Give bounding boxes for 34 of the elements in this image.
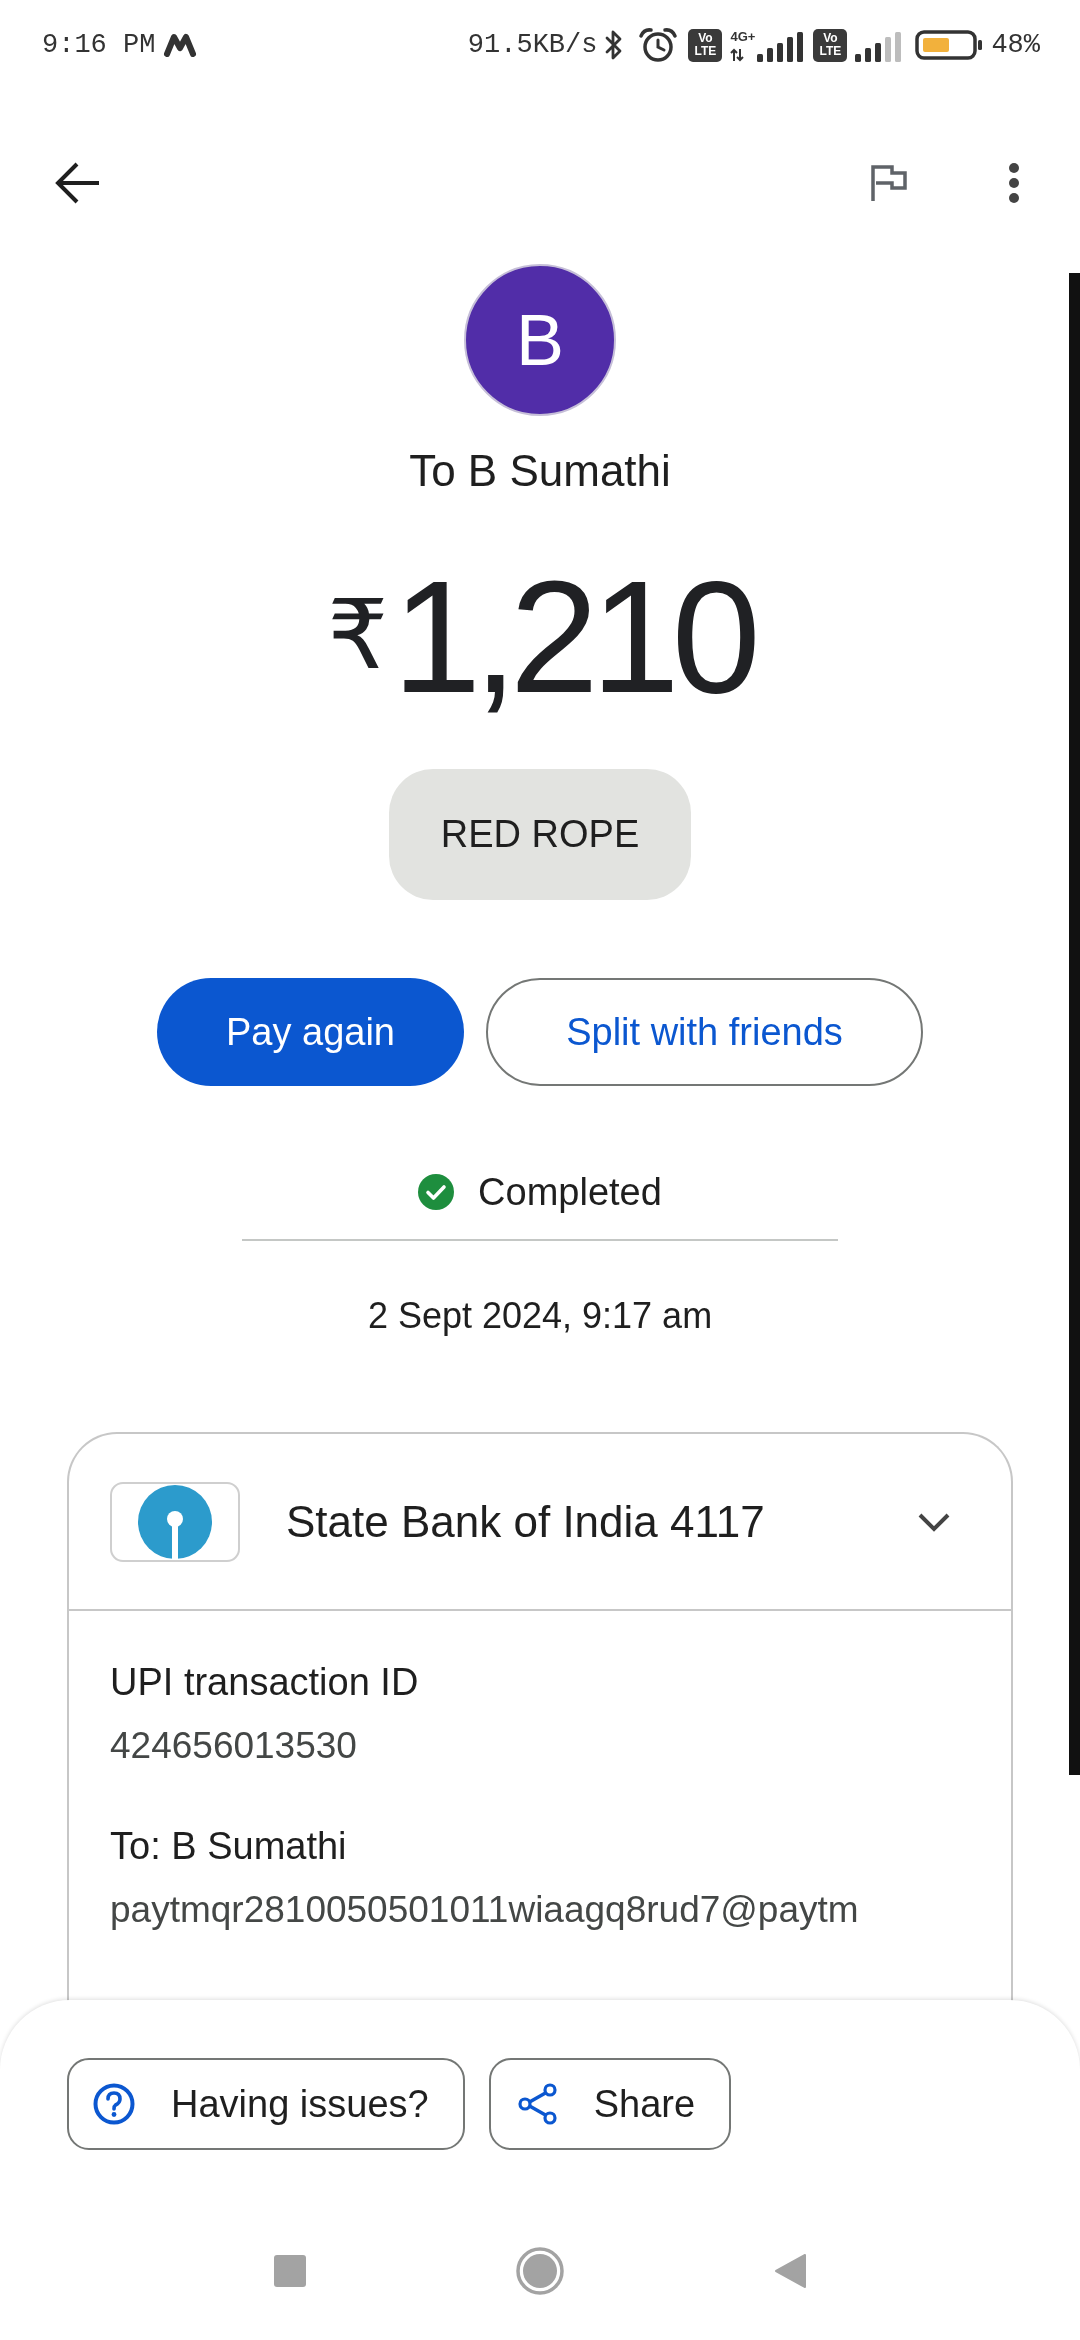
alarm-clock-icon [638,27,679,63]
battery-icon [915,30,984,60]
m-logo-icon [163,33,198,57]
transaction-date: 2 Sept 2024, 9:17 am [367,1295,713,1337]
detail-value: paytmqr2810050501011wiaagq8rud7@paytm [110,1888,860,1932]
help-button[interactable]: Having issues? [67,2058,465,2150]
volte-badge: Vo LTE [813,28,848,62]
avatar: B [464,264,616,416]
back-button[interactable] [55,161,101,205]
check-circle-icon [418,1174,455,1210]
detail-label: UPI transaction ID [110,1660,420,1705]
flag-icon[interactable] [870,164,908,202]
volte-badge: Vo LTE [688,28,723,62]
detail-value: 424656013530 [110,1724,358,1768]
status-text: Completed [478,1170,662,1214]
note-chip: RED ROPE [389,769,691,900]
more-options-icon[interactable] [1008,163,1020,203]
amount-text: $^{₹}$1,210 [327,557,753,717]
signal-icon [855,32,902,62]
status-time: 9:16 PM [42,29,156,61]
detail-label: To: B Sumathi [110,1824,348,1869]
data-arrows-icon [730,48,745,62]
battery-percentage: 48% [991,29,1040,61]
split-with-friends-button[interactable]: Split with friends [486,978,923,1086]
network-speed: 91.5KB/s [467,29,598,61]
share-button[interactable]: Share [488,2058,732,2150]
recipient-name: To B Sumathi [409,447,671,495]
network-type-label: 4G+ [730,30,756,44]
share-icon [517,2083,558,2125]
pay-again-button[interactable]: Pay again [157,978,464,1086]
signal-icon [757,32,804,62]
bank-account-name: State Bank of India 4117 [286,1496,766,1547]
help-icon [93,2083,135,2125]
bank-logo-icon [110,1481,240,1562]
